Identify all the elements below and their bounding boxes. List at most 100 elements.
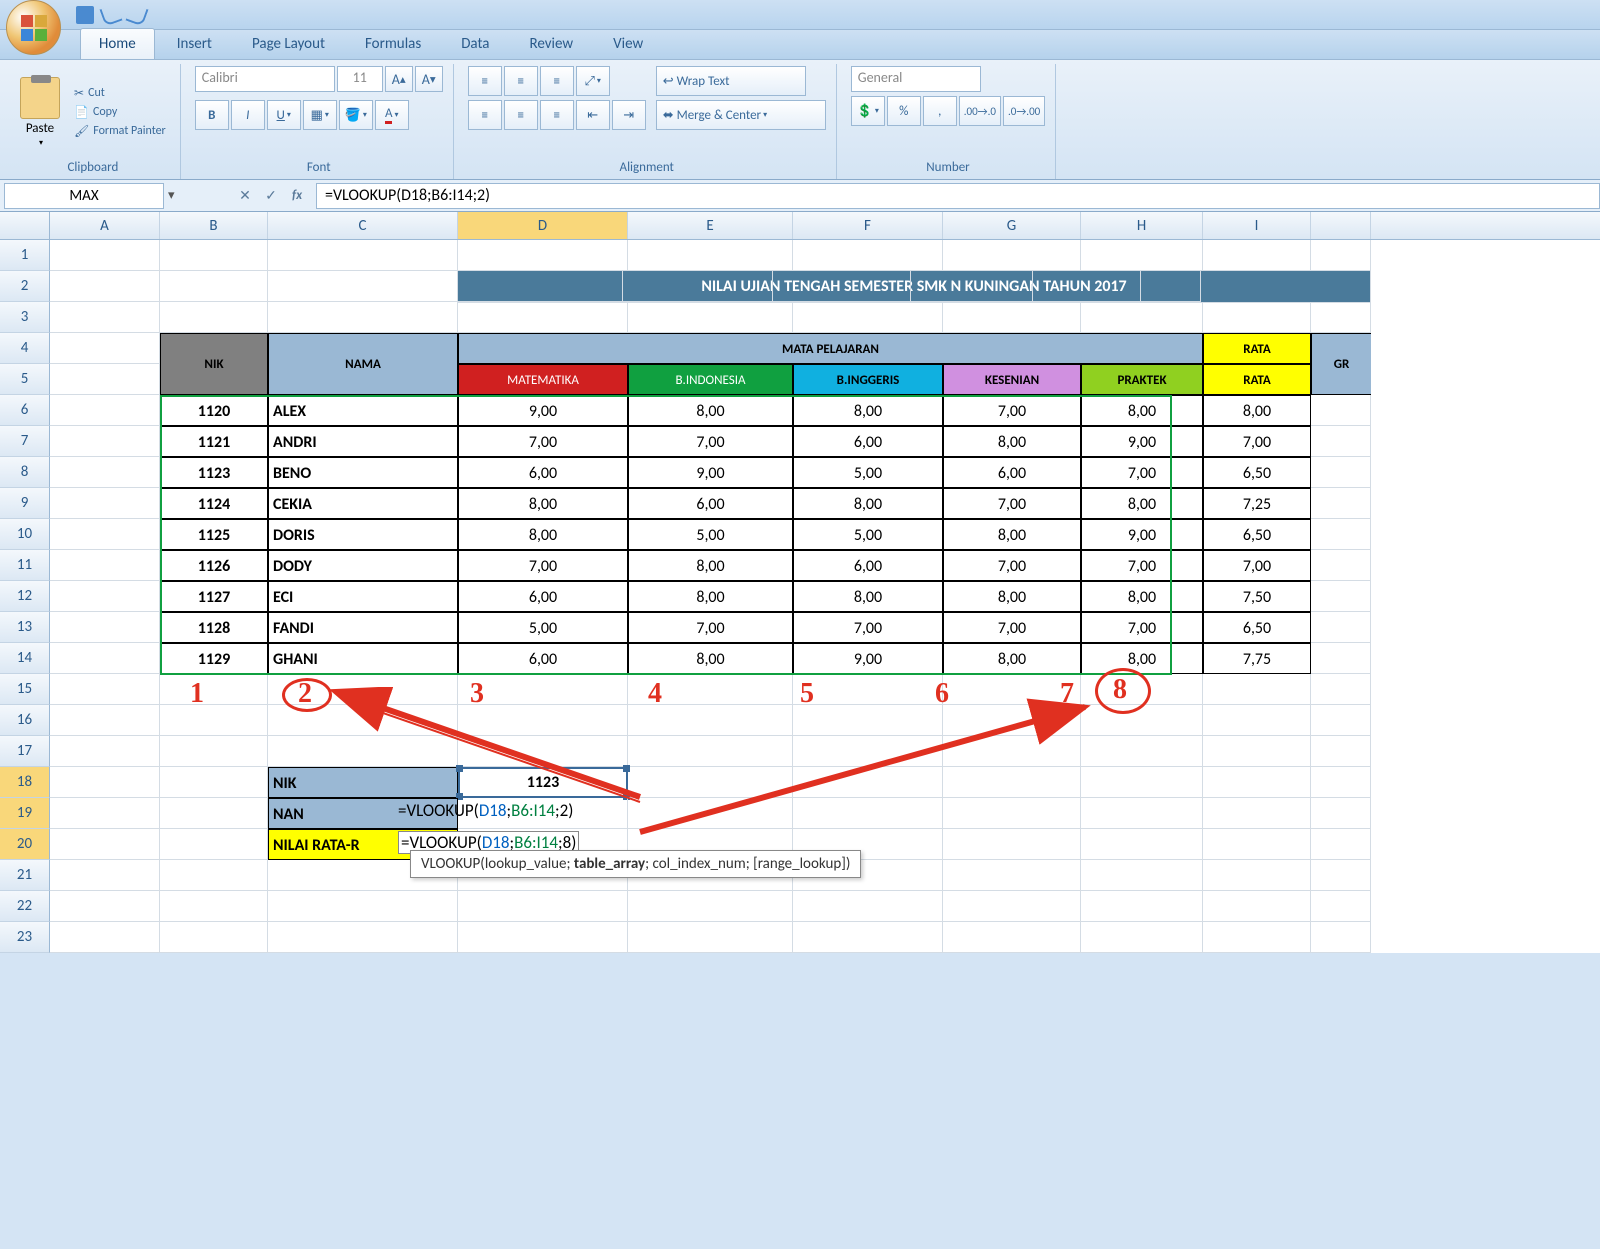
- fill-color-button[interactable]: 🪣▾: [339, 100, 373, 130]
- cell-F19[interactable]: [793, 798, 943, 829]
- cell-D6[interactable]: 9,00: [458, 395, 628, 426]
- spreadsheet-grid[interactable]: A B C D E F G H I 12NILAI UJIAN TENGAH S…: [0, 212, 1600, 953]
- cell-A14[interactable]: [50, 643, 160, 674]
- row-header-22[interactable]: 22: [0, 891, 50, 922]
- cell-H3[interactable]: [1081, 302, 1203, 333]
- cell-H1[interactable]: [1081, 240, 1203, 271]
- cell-I23[interactable]: [1203, 922, 1311, 953]
- align-middle-button[interactable]: ≡: [504, 66, 538, 96]
- cell-G11[interactable]: 7,00: [943, 550, 1081, 581]
- cell-C6[interactable]: ALEX: [268, 395, 458, 426]
- row-header-8[interactable]: 8: [0, 457, 50, 488]
- cell-I12[interactable]: 7,50: [1203, 581, 1311, 612]
- cell-F23[interactable]: [793, 922, 943, 953]
- cell-undefined22[interactable]: [1311, 891, 1371, 922]
- cell-C11[interactable]: DODY: [268, 550, 458, 581]
- row-header-11[interactable]: 11: [0, 550, 50, 581]
- col-header-F[interactable]: F: [793, 212, 943, 239]
- cell-undefined6[interactable]: [1311, 395, 1371, 426]
- align-right-button[interactable]: ≡: [540, 100, 574, 130]
- col-header-G[interactable]: G: [943, 212, 1081, 239]
- tab-page-layout[interactable]: Page Layout: [234, 29, 343, 59]
- cell-undefined17[interactable]: [1311, 736, 1371, 767]
- cell-C15[interactable]: [268, 674, 458, 705]
- cell-I14[interactable]: 7,75: [1203, 643, 1311, 674]
- cell-undefined16[interactable]: [1311, 705, 1371, 736]
- cell-I13[interactable]: 6,50: [1203, 612, 1311, 643]
- cell-I3[interactable]: [1203, 302, 1311, 333]
- cell-C18[interactable]: NIK: [268, 767, 458, 798]
- cell-A18[interactable]: [50, 767, 160, 798]
- cell-I8[interactable]: 6,50: [1203, 457, 1311, 488]
- paste-button[interactable]: Paste ▾: [16, 73, 64, 152]
- row-header-7[interactable]: 7: [0, 426, 50, 457]
- cell-A5[interactable]: [50, 364, 160, 395]
- cell-F7[interactable]: 6,00: [793, 426, 943, 457]
- cell-G22[interactable]: [943, 891, 1081, 922]
- align-center-button[interactable]: ≡: [504, 100, 538, 130]
- cell-C7[interactable]: ANDRI: [268, 426, 458, 457]
- increase-indent-button[interactable]: ⇥: [612, 100, 646, 130]
- row-header-18[interactable]: 18: [0, 767, 50, 798]
- cell-E23[interactable]: [628, 922, 793, 953]
- cell-D3[interactable]: [458, 302, 628, 333]
- enter-formula-button[interactable]: ✓: [260, 187, 282, 204]
- cell-A17[interactable]: [50, 736, 160, 767]
- cell-A9[interactable]: [50, 488, 160, 519]
- cell-B22[interactable]: [160, 891, 268, 922]
- cell-B16[interactable]: [160, 705, 268, 736]
- cell-I2[interactable]: [1033, 271, 1141, 302]
- cell-undefined15[interactable]: [1311, 674, 1371, 705]
- row-header-20[interactable]: 20: [0, 829, 50, 860]
- cell-E22[interactable]: [628, 891, 793, 922]
- cell-E8[interactable]: 9,00: [628, 457, 793, 488]
- increase-font-button[interactable]: A▴: [385, 66, 413, 92]
- cell-E15[interactable]: [628, 674, 793, 705]
- cell-G10[interactable]: 8,00: [943, 519, 1081, 550]
- cell-G6[interactable]: 7,00: [943, 395, 1081, 426]
- cell-A19[interactable]: [50, 798, 160, 829]
- merge-center-button[interactable]: ⬌ Merge & Center▾: [656, 100, 826, 130]
- cell-H2[interactable]: [911, 271, 1033, 302]
- cell-D9[interactable]: 8,00: [458, 488, 628, 519]
- cell-F16[interactable]: [793, 705, 943, 736]
- row-header-13[interactable]: 13: [0, 612, 50, 643]
- cell-G12[interactable]: 8,00: [943, 581, 1081, 612]
- cell-A22[interactable]: [50, 891, 160, 922]
- cell-A15[interactable]: [50, 674, 160, 705]
- cell-E13[interactable]: 7,00: [628, 612, 793, 643]
- cell-I19[interactable]: [1203, 798, 1311, 829]
- save-icon[interactable]: [76, 6, 94, 24]
- cell-E9[interactable]: 6,00: [628, 488, 793, 519]
- cell-C16[interactable]: [268, 705, 458, 736]
- cell-C2[interactable]: [268, 271, 458, 302]
- cell-C17[interactable]: [268, 736, 458, 767]
- font-color-button[interactable]: A▾: [375, 100, 409, 130]
- cell-undefined10[interactable]: [1311, 519, 1371, 550]
- cell-undefined20[interactable]: [1311, 829, 1371, 860]
- cell-undefined14[interactable]: [1311, 643, 1371, 674]
- cell-G15[interactable]: [943, 674, 1081, 705]
- cell-undefined7[interactable]: [1311, 426, 1371, 457]
- cell-F3[interactable]: [793, 302, 943, 333]
- name-box[interactable]: MAX: [4, 183, 164, 209]
- tab-data[interactable]: Data: [443, 29, 507, 59]
- cell-H7[interactable]: 9,00: [1081, 426, 1203, 457]
- row-header-19[interactable]: 19: [0, 798, 50, 829]
- cell-C21[interactable]: [268, 860, 458, 891]
- cell-F18[interactable]: [793, 767, 943, 798]
- cell-B3[interactable]: [160, 302, 268, 333]
- cell-F2[interactable]: [623, 271, 773, 302]
- cell-undefined12[interactable]: [1311, 581, 1371, 612]
- cell-F1[interactable]: [793, 240, 943, 271]
- cell-B13[interactable]: 1128: [160, 612, 268, 643]
- row-header-23[interactable]: 23: [0, 922, 50, 953]
- cell-A4[interactable]: [50, 333, 160, 364]
- wrap-text-button[interactable]: ↩ Wrap Text: [656, 66, 806, 96]
- cell-I20[interactable]: [1203, 829, 1311, 860]
- cell-H20[interactable]: [1081, 829, 1203, 860]
- cell-G9[interactable]: 7,00: [943, 488, 1081, 519]
- cell-I11[interactable]: 7,00: [1203, 550, 1311, 581]
- cell-H18[interactable]: [1081, 767, 1203, 798]
- row-header-17[interactable]: 17: [0, 736, 50, 767]
